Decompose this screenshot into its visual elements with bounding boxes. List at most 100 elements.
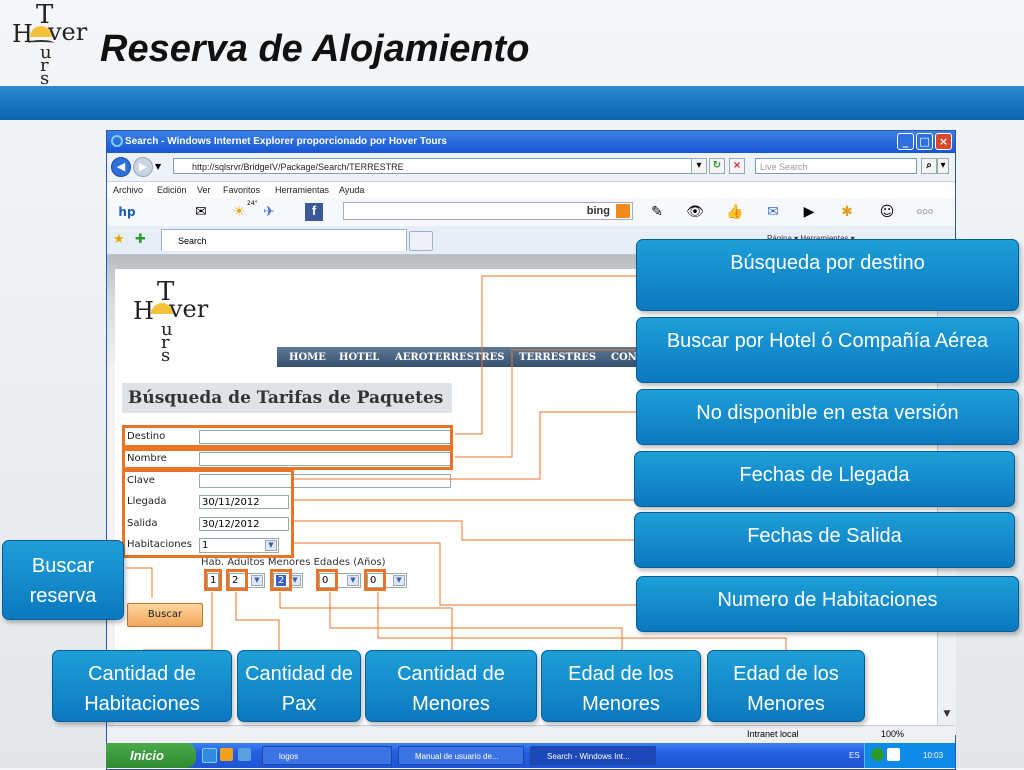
logo-letters-ver: ver	[48, 18, 88, 46]
tools-icon[interactable]: ✎	[647, 203, 667, 221]
eye-icon[interactable]: 👁	[685, 203, 705, 221]
callout-edad-menores-2: Edad de los Menores	[707, 650, 865, 722]
page-logo: T H ver u r s	[129, 277, 239, 369]
url-field[interactable]: http://sqlsrvr/BridgeIV/Package/Search/T…	[173, 158, 705, 174]
video-icon[interactable]: ▶	[799, 203, 819, 221]
puzzle-icon[interactable]: ✱	[837, 203, 857, 221]
hp-toolbar: hp ✉ ☀ 24° ✈ f bing ✎ 👁 👍 ✉ ▶ ✱ ☺ ooo	[107, 198, 955, 226]
menu-bar: Archivo Edición Ver Favoritos Herramient…	[107, 182, 955, 198]
task-search[interactable]: Search - Windows Int...	[530, 746, 656, 765]
bing-search-go-icon[interactable]	[616, 204, 630, 218]
chevron-down-icon: ▼	[251, 575, 263, 586]
callout-fechas-salida: Fechas de Salida	[634, 512, 1015, 568]
zone-label: Intranet local	[747, 729, 799, 739]
callout-numero-habitaciones: Numero de Habitaciones	[636, 576, 1019, 632]
buscar-button[interactable]: Buscar	[127, 603, 203, 627]
weather-bag-icon[interactable]: ✉	[191, 203, 211, 221]
language-indicator[interactable]: ES	[849, 751, 860, 760]
window-titlebar: Search - Windows Internet Explorer propo…	[107, 131, 955, 153]
hp-logo-icon[interactable]: hp	[117, 203, 137, 221]
add-favorite-icon[interactable]: ✚	[135, 232, 146, 247]
zoom-level[interactable]: 100%	[881, 729, 904, 739]
site-nav: HOME HOTEL AEROTERRESTRES TERRESTRES CON	[277, 347, 677, 367]
callout-edad-menores-1: Edad de los Menores	[541, 650, 701, 722]
taskbar: Inicio logos Manual de usuario de... Sea…	[106, 743, 955, 768]
tab-label: Search	[178, 236, 207, 246]
nav-con[interactable]: CON	[611, 352, 637, 363]
menu-ver[interactable]: Ver	[197, 185, 211, 195]
callout-busqueda-destino: Búsqueda por destino	[636, 239, 1019, 311]
search-icon[interactable]: ⌕	[921, 158, 937, 174]
callout-buscar-hotel: Buscar por Hotel ó Compañía Aérea	[636, 317, 1019, 383]
menu-archivo[interactable]: Archivo	[113, 185, 143, 195]
favorites-star-icon[interactable]: ★	[113, 232, 125, 247]
page-heading: Búsqueda de Tarifas de Paquetes	[122, 383, 452, 413]
scroll-down-icon[interactable]: ▼	[941, 709, 953, 721]
network-icon[interactable]	[871, 748, 884, 761]
address-bar: ◀ ▶ ▼ http://sqlsrvr/BridgeIV/Package/Se…	[107, 153, 955, 182]
menu-ayuda[interactable]: Ayuda	[339, 185, 364, 195]
edad-2-highlight	[364, 569, 386, 591]
nav-aeroterrestres[interactable]: AEROTERRESTRES	[395, 352, 505, 363]
ie-icon	[111, 135, 123, 147]
history-dropdown-icon[interactable]: ▼	[155, 162, 161, 171]
live-search-input[interactable]: Live Search	[755, 158, 917, 174]
edad-1-highlight	[316, 569, 338, 591]
callout-cantidad-habitaciones: Cantidad de Habitaciones	[52, 650, 232, 722]
callout-no-disponible: No disponible en esta versión	[636, 389, 1019, 445]
hover-tours-logo: T H ver u r s	[8, 0, 94, 89]
window-title: Search - Windows Internet Explorer propo…	[125, 136, 447, 147]
like-icon[interactable]: 👍	[725, 203, 745, 221]
forward-arrow-icon[interactable]: ▶	[133, 157, 153, 177]
clock: 10:03	[923, 751, 944, 760]
new-tab-button[interactable]	[409, 231, 433, 251]
ie-quicklaunch-icon[interactable]	[202, 748, 217, 763]
start-button[interactable]: Inicio	[106, 743, 196, 768]
slide-title: Reserva de Alojamiento	[100, 28, 530, 70]
refresh-icon[interactable]: ↻	[709, 158, 725, 174]
menu-favoritos[interactable]: Favoritos	[223, 185, 260, 195]
facebook-icon[interactable]: f	[305, 203, 323, 221]
task-logos[interactable]: logos	[262, 746, 392, 765]
sun-weather-icon[interactable]: ☀	[229, 203, 249, 221]
callout-cantidad-pax: Cantidad de Pax	[237, 650, 361, 722]
weather-temp: 24°	[247, 200, 258, 207]
bing-logo: bing	[586, 205, 610, 217]
bing-search-input[interactable]: bing	[343, 202, 633, 220]
chevron-down-icon: ▼	[347, 575, 359, 586]
menores-highlight	[270, 569, 292, 591]
page-logo-urs: u r s	[161, 319, 173, 366]
news-icon[interactable]: ✈	[259, 203, 279, 221]
system-tray: ES 10:03	[849, 743, 955, 768]
page-logo-ver: ver	[169, 295, 209, 323]
nav-hotel[interactable]: HOTEL	[339, 352, 379, 363]
minimize-button[interactable]: _	[897, 133, 914, 150]
tab-search[interactable]: Search	[161, 229, 407, 251]
search-options-icon[interactable]: ▾	[937, 158, 949, 174]
chat-icon[interactable]: ✉	[763, 203, 783, 221]
task-manual[interactable]: Manual de usuario de...	[398, 746, 524, 765]
clave-fechas-habitaciones-highlight	[122, 469, 294, 558]
stop-icon[interactable]: ×	[729, 158, 745, 174]
menu-edicion[interactable]: Edición	[157, 185, 187, 195]
destino-highlight	[122, 425, 453, 448]
callout-fechas-llegada: Fechas de Llegada	[634, 451, 1015, 507]
close-button[interactable]: ×	[935, 133, 952, 150]
maximize-button[interactable]: □	[916, 133, 933, 150]
hab-highlight	[204, 569, 222, 591]
people-icon[interactable]: ☺	[877, 203, 897, 221]
chevron-down-icon: ▼	[393, 575, 405, 586]
back-arrow-icon[interactable]: ◀	[111, 157, 131, 177]
callout-buscar-reserva: Buscar reserva	[2, 540, 124, 620]
nav-terrestres[interactable]: TERRESTRES	[519, 352, 596, 363]
adultos-highlight	[226, 569, 248, 591]
logo-letters-urs: u r s	[40, 42, 52, 89]
more-icon[interactable]: ooo	[915, 203, 935, 221]
outlook-quicklaunch-icon[interactable]	[220, 748, 233, 761]
firefox-quicklaunch-icon[interactable]	[238, 748, 251, 761]
callout-cantidad-menores: Cantidad de Menores	[365, 650, 537, 722]
antivirus-icon[interactable]	[887, 748, 900, 761]
nav-home[interactable]: HOME	[289, 352, 326, 363]
menu-herramientas[interactable]: Herramientas	[275, 185, 329, 195]
url-dropdown-icon[interactable]: ▾	[691, 158, 707, 174]
